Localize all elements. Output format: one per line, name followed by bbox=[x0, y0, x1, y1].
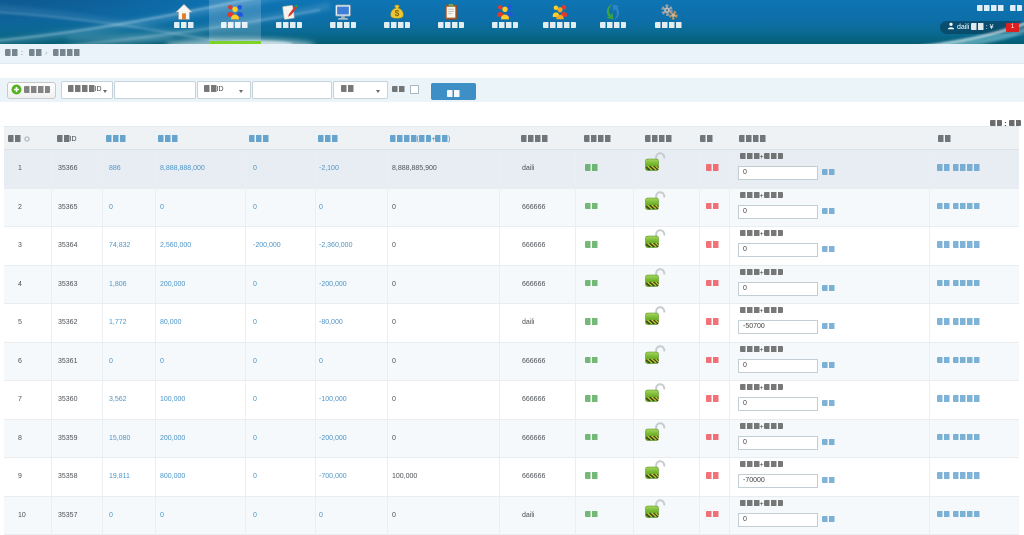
svg-text:$: $ bbox=[395, 7, 400, 17]
